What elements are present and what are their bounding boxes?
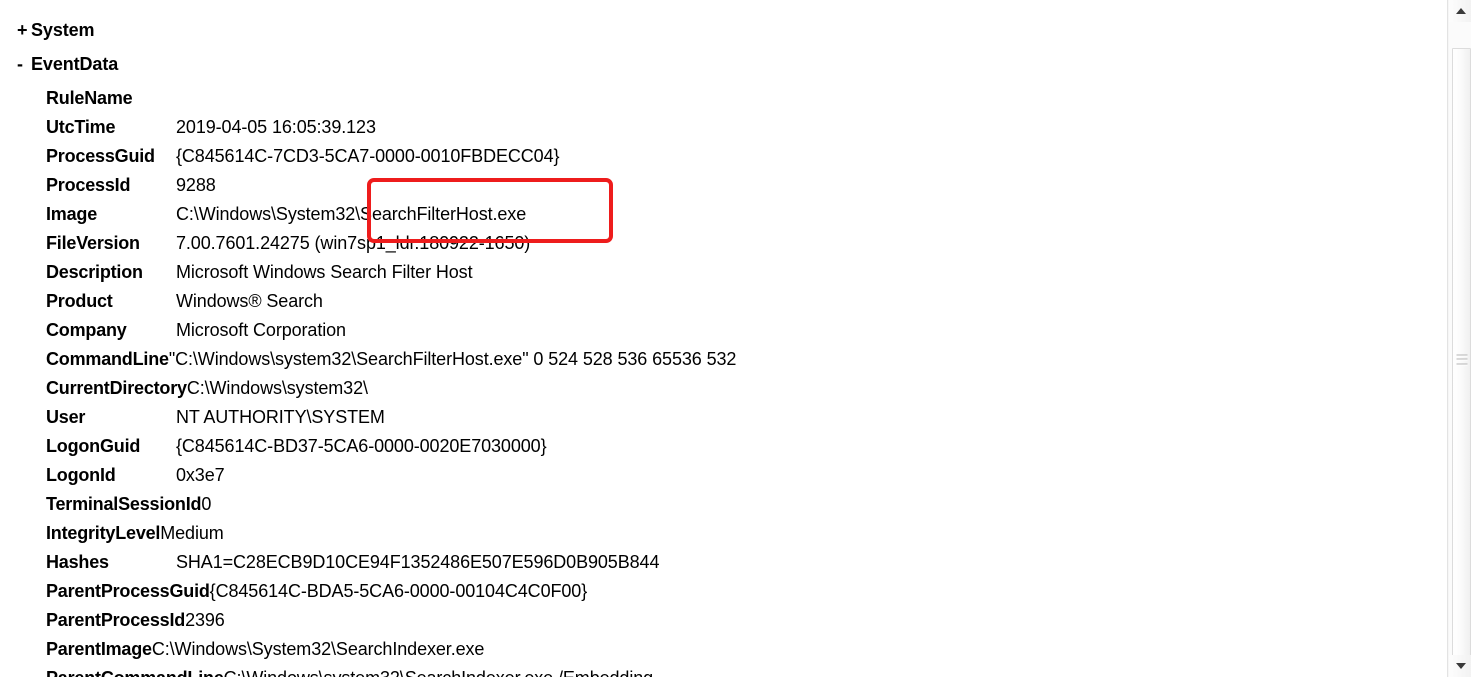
field-key: CurrentDirectory	[46, 378, 187, 398]
tree-node-eventdata-label: EventData	[31, 54, 119, 74]
field-value: 0x3e7	[176, 465, 225, 485]
field-key: IntegrityLevel	[46, 523, 161, 543]
field-value: C:\Windows\system32\	[186, 378, 368, 398]
eventdata-row: ParentImageC:\Windows\System32\SearchInd…	[46, 638, 484, 660]
eventdata-row: ParentCommandLineC:\Windows\system32\Sea…	[46, 667, 653, 677]
eventdata-row: RuleName	[46, 87, 176, 109]
eventdata-row: User NT AUTHORITY\SYSTEM	[46, 406, 385, 428]
field-key: ParentCommandLine	[46, 667, 224, 677]
field-value: 9288	[176, 175, 216, 195]
field-value: NT AUTHORITY\SYSTEM	[176, 407, 385, 427]
field-value: C:\Windows\system32\SearchIndexer.exe /E…	[224, 667, 654, 677]
field-key: LogonId	[46, 465, 116, 485]
eventdata-row: ParentProcessGuid{C845614C-BDA5-5CA6-000…	[46, 580, 587, 602]
field-value: 2396	[185, 610, 225, 630]
scroll-down-arrow-icon	[1455, 663, 1466, 669]
expand-plus-icon[interactable]: +	[17, 20, 31, 41]
event-details-pane[interactable]: + System - EventData RuleName UtcTime 2019-0…	[0, 0, 1447, 677]
field-value: C:\Windows\System32\SearchIndexer.exe	[151, 639, 485, 659]
eventdata-row: Image C:\Windows\System32\SearchFilterHos…	[46, 203, 526, 225]
scrollbar-track[interactable]	[1449, 22, 1472, 671]
eventdata-row: IntegrityLevelMedium	[46, 522, 224, 544]
tree-node-system[interactable]: + System	[17, 20, 95, 41]
field-key: ParentImage	[46, 639, 152, 659]
field-value: 0	[201, 494, 212, 514]
field-value: C:\Windows\System32\SearchFilterHost.exe	[176, 204, 527, 224]
field-value: Windows® Search	[176, 291, 323, 311]
collapse-minus-icon[interactable]: -	[17, 54, 31, 75]
field-key: RuleName	[46, 88, 133, 108]
eventdata-row: Description Microsoft Windows Search Filt…	[46, 261, 473, 283]
field-key: ParentProcessGuid	[46, 581, 210, 601]
field-value: {C845614C-BDA5-5CA6-0000-00104C4C0F00}	[209, 581, 588, 601]
eventdata-row: LogonGuid {C845614C-BD37-5CA6-0000-0020E7…	[46, 435, 547, 457]
eventdata-row: CommandLine"C:\Windows\system32\SearchFi…	[46, 348, 736, 370]
field-value: "C:\Windows\system32\SearchFilterHost.ex…	[168, 349, 737, 369]
field-key: Description	[46, 262, 143, 282]
field-value: 2019-04-05 16:05:39.123	[176, 117, 376, 137]
field-key: Hashes	[46, 552, 109, 572]
field-value: Microsoft Windows Search Filter Host	[176, 262, 473, 282]
scroll-up-arrow-icon	[1455, 8, 1466, 14]
field-value: {C845614C-7CD3-5CA7-0000-0010FBDECC04}	[176, 146, 560, 166]
field-key: ParentProcessId	[46, 610, 186, 630]
field-key: Company	[46, 320, 127, 340]
eventdata-row: Hashes SHA1=C28ECB9D10CE94F1352486E507E59…	[46, 551, 659, 573]
field-value: Microsoft Corporation	[176, 320, 346, 340]
eventdata-row: UtcTime 2019-04-05 16:05:39.123	[46, 116, 376, 138]
field-key: LogonGuid	[46, 436, 141, 456]
field-key: TerminalSessionId	[46, 494, 202, 514]
field-key: UtcTime	[46, 117, 116, 137]
field-key: ProcessGuid	[46, 146, 155, 166]
field-key: ProcessId	[46, 175, 131, 195]
eventdata-row: ParentProcessId2396	[46, 609, 225, 631]
eventdata-row: CurrentDirectoryC:\Windows\system32\	[46, 377, 368, 399]
field-value: Medium	[160, 523, 224, 543]
eventdata-row: Product Windows® Search	[46, 290, 323, 312]
scroll-down-button[interactable]	[1449, 655, 1472, 677]
eventdata-row: ProcessGuid {C845614C-7CD3-5CA7-0000-0010…	[46, 145, 560, 167]
eventdata-row: TerminalSessionId0	[46, 493, 211, 515]
field-value: {C845614C-BD37-5CA6-0000-0020E7030000}	[176, 436, 547, 456]
tree-node-eventdata[interactable]: - EventData	[17, 54, 118, 75]
vertical-scrollbar[interactable]	[1447, 0, 1472, 677]
eventdata-row: LogonId 0x3e7	[46, 464, 225, 486]
eventdata-row: Company Microsoft Corporation	[46, 319, 346, 341]
tree-node-system-label: System	[31, 20, 95, 40]
field-key: Product	[46, 291, 113, 311]
field-key: CommandLine	[46, 349, 169, 369]
field-key: FileVersion	[46, 233, 140, 253]
field-value: 7.00.7601.24275 (win7sp1_ldr.180922-1650…	[176, 233, 531, 253]
field-key: Image	[46, 204, 98, 224]
field-key: User	[46, 407, 86, 427]
scrollbar-grip-icon	[1456, 354, 1467, 365]
eventdata-row: ProcessId 9288	[46, 174, 216, 196]
field-value: SHA1=C28ECB9D10CE94F1352486E507E596D0B90…	[176, 552, 660, 572]
eventdata-row: FileVersion 7.00.7601.24275 (win7sp1_ldr.…	[46, 232, 530, 254]
scrollbar-thumb[interactable]	[1452, 48, 1471, 671]
scroll-up-button[interactable]	[1449, 0, 1472, 22]
